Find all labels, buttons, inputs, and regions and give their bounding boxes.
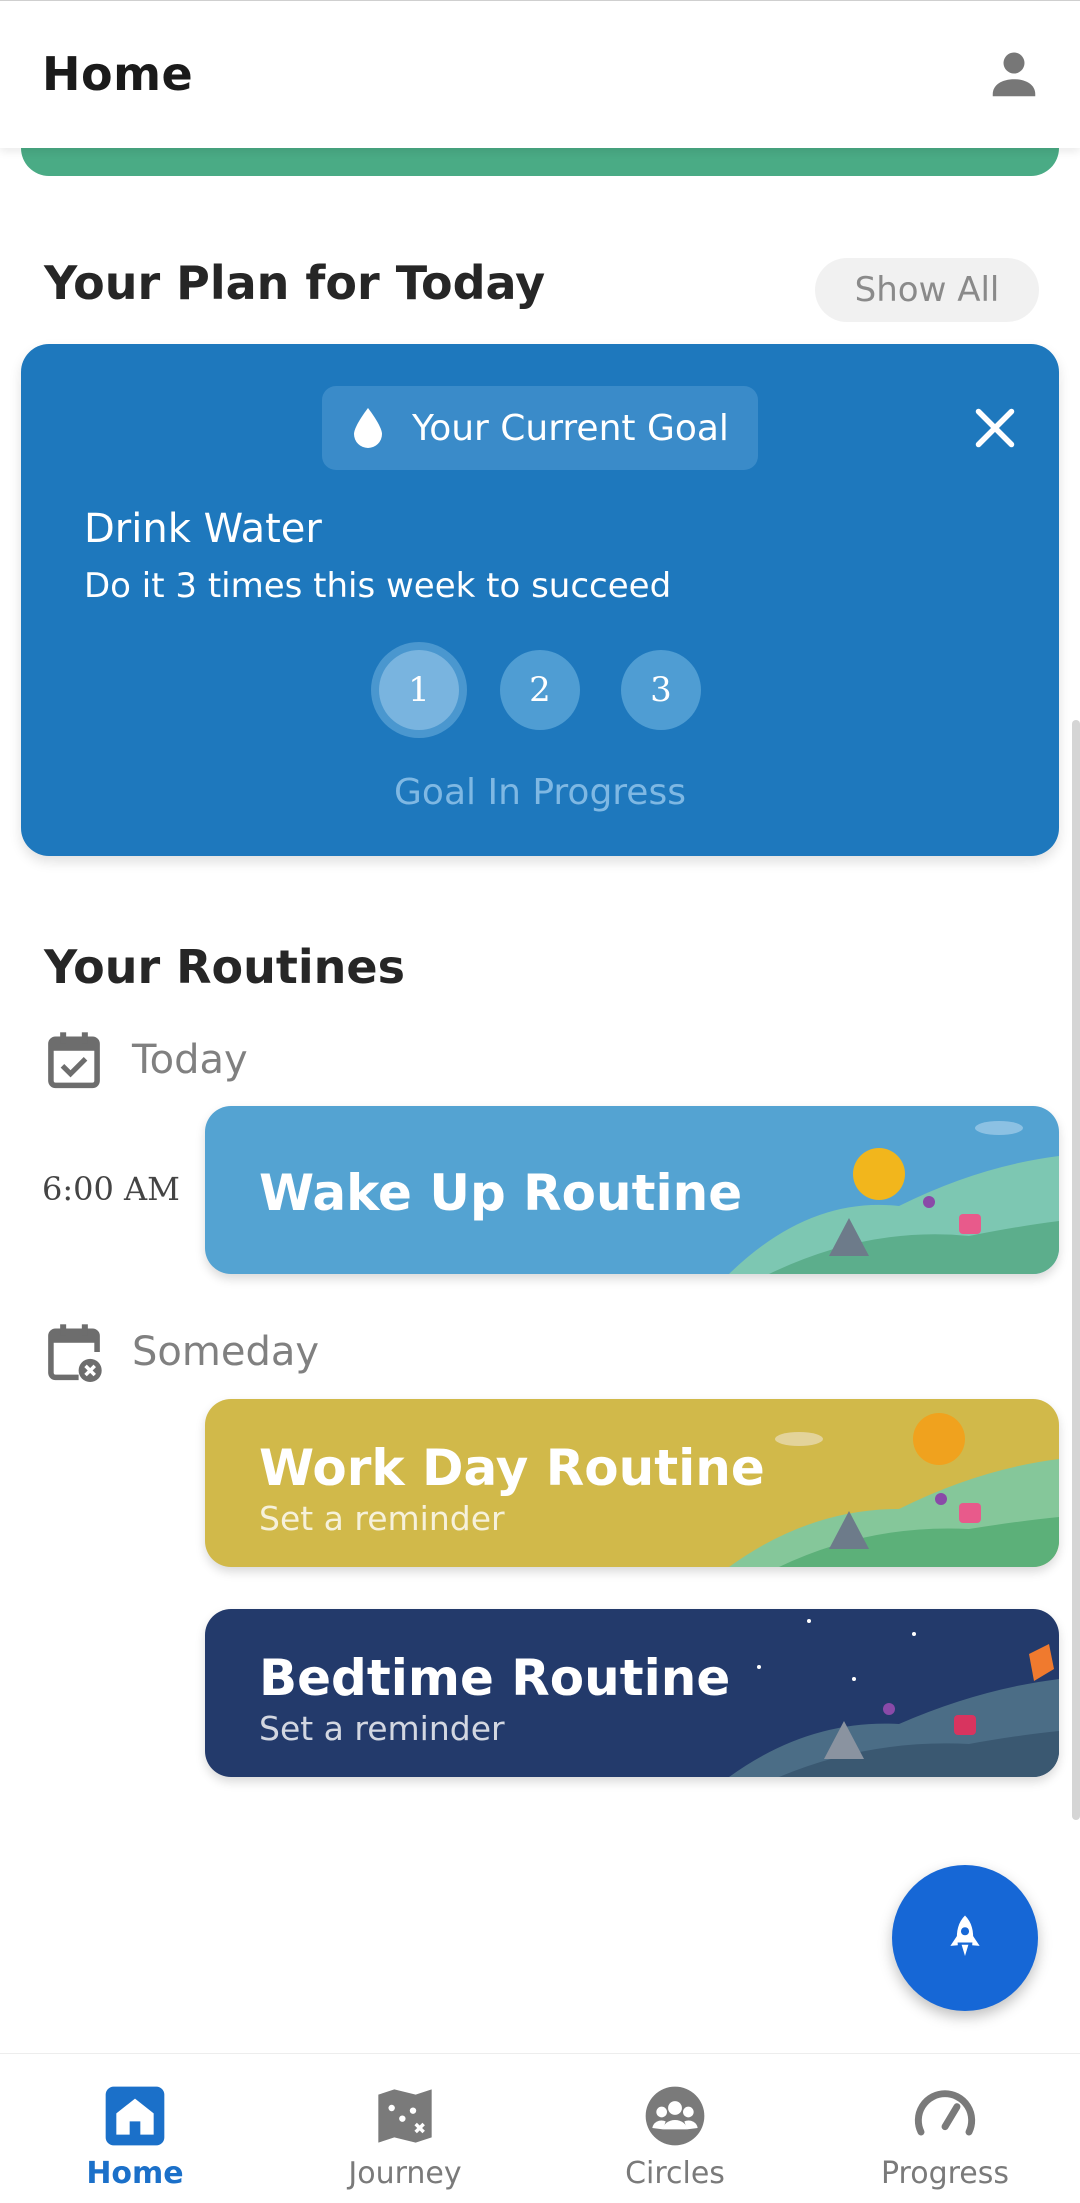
nav-journey[interactable]: Journey	[270, 2054, 540, 2203]
someday-label: Someday	[132, 1329, 320, 1375]
gauge-icon	[914, 2090, 976, 2136]
goal-name: Drink Water	[84, 506, 322, 552]
today-label: Today	[132, 1037, 248, 1083]
work-day-routine-title: Work Day Routine	[259, 1439, 765, 1497]
plan-section-title: Your Plan for Today	[44, 256, 546, 310]
goal-step-2[interactable]: 2	[500, 650, 580, 730]
work-day-routine-reminder: Set a reminder	[259, 1499, 505, 1538]
night-scene-illustration	[729, 1619, 1059, 1777]
water-drop-icon	[354, 408, 382, 448]
bedtime-routine-reminder: Set a reminder	[259, 1709, 505, 1748]
bedtime-routine-title: Bedtime Routine	[259, 1649, 731, 1707]
map-icon	[378, 2089, 432, 2143]
nav-home[interactable]: Home	[0, 2054, 270, 2203]
nav-journey-label: Journey	[348, 2156, 462, 2191]
calendar-check-icon	[48, 1032, 100, 1089]
day-scene-illustration	[729, 1413, 1059, 1567]
goal-description: Do it 3 times this week to succeed	[84, 566, 672, 606]
wake-up-routine-card[interactable]: Wake Up Routine	[205, 1106, 1059, 1274]
routine-time: 6:00 AM	[42, 1170, 180, 1208]
show-all-button[interactable]: Show All	[815, 258, 1039, 322]
bedtime-routine-card[interactable]: Bedtime Routine Set a reminder	[205, 1609, 1059, 1777]
today-group-header: Today	[46, 1030, 248, 1090]
nav-circles[interactable]: Circles	[540, 2054, 810, 2203]
bottom-navigation: Home Journey Circles Progress	[0, 2053, 1080, 2203]
calendar-remove-icon	[48, 1324, 102, 1382]
scrollbar[interactable]	[1072, 720, 1080, 1820]
current-goal-badge: Your Current Goal	[322, 386, 758, 470]
wake-up-routine-title: Wake Up Routine	[259, 1164, 743, 1222]
nav-progress-label: Progress	[880, 2156, 1010, 2191]
rocket-fab-button[interactable]	[892, 1865, 1038, 2011]
routines-section-title: Your Routines	[44, 940, 405, 994]
goal-status: Goal In Progress	[394, 772, 686, 813]
rocket-icon	[950, 1915, 980, 1956]
goal-step-1[interactable]: 1	[379, 650, 459, 730]
someday-group-header: Someday	[46, 1322, 319, 1382]
home-icon	[105, 2086, 165, 2146]
nav-home-label: Home	[86, 2156, 184, 2191]
current-goal-badge-label: Your Current Goal	[412, 407, 729, 449]
close-icon[interactable]	[973, 406, 1017, 450]
nav-progress[interactable]: Progress	[810, 2054, 1080, 2203]
goal-step-3[interactable]: 3	[621, 650, 701, 730]
group-icon	[645, 2086, 705, 2146]
page-title: Home	[42, 47, 194, 101]
person-icon[interactable]	[984, 43, 1044, 103]
current-goal-card[interactable]: Your Current Goal Drink Water Do it 3 ti…	[21, 344, 1059, 856]
app-bar: Home	[0, 0, 1080, 148]
morning-scene-illustration	[729, 1121, 1059, 1274]
nav-circles-label: Circles	[625, 2156, 725, 2191]
work-day-routine-card[interactable]: Work Day Routine Set a reminder	[205, 1399, 1059, 1567]
